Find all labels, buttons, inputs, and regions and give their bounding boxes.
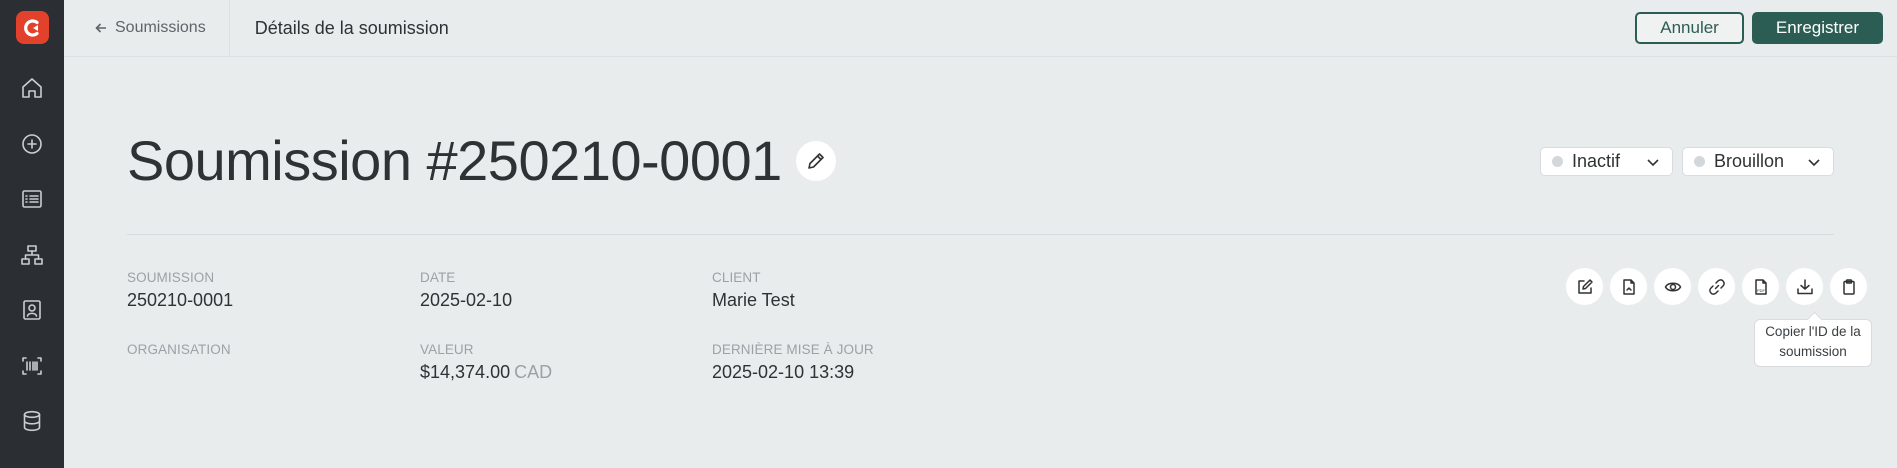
preview-button[interactable]	[1654, 268, 1691, 305]
main-content: Soumissions Détails de la soumission Ann…	[64, 0, 1897, 468]
field-value: 2025-02-10	[420, 290, 513, 310]
status-selects: Inactif Brouillon	[1540, 147, 1834, 176]
chevron-down-icon	[1808, 158, 1820, 166]
sidebar-item-barcode[interactable]	[10, 344, 54, 388]
contacts-icon	[23, 300, 41, 320]
field-label: VALEUR	[420, 342, 474, 357]
home-icon	[22, 78, 42, 98]
status-dot	[1552, 156, 1563, 167]
field-soumission: SOUMISSION 250210-0001	[127, 270, 233, 311]
document-button[interactable]	[1610, 268, 1647, 305]
field-value: Marie Test	[712, 290, 795, 310]
pdf-button[interactable]: PDF	[1742, 268, 1779, 305]
action-icons: PDF	[1566, 268, 1867, 305]
field-derniere-maj: DERNIÈRE MISE À JOUR 2025-02-10 13:39	[712, 342, 874, 383]
field-label: SOUMISSION	[127, 270, 215, 285]
field-date: DATE 2025-02-10	[420, 270, 512, 311]
logo-icon	[24, 18, 39, 37]
field-label: ORGANISATION	[127, 342, 231, 357]
app: Soumissions Détails de la soumission Ann…	[0, 0, 1897, 468]
plus-circle-icon	[22, 133, 42, 154]
pdf-glyph: PDF	[1757, 288, 1766, 293]
page-header: Soumission #250210-0001	[127, 128, 836, 193]
sidebar-item-database[interactable]	[10, 399, 54, 443]
field-organisation: ORGANISATION	[127, 342, 231, 357]
pdf-icon: PDF	[1754, 278, 1767, 295]
sidebar-item-home[interactable]	[10, 66, 54, 110]
link-button[interactable]	[1698, 268, 1735, 305]
field-client: CLIENT Marie Test	[712, 270, 795, 311]
cancel-button[interactable]: Annuler	[1635, 12, 1744, 44]
database-icon	[23, 410, 41, 432]
sidebar-item-new[interactable]	[10, 122, 54, 166]
valeur-amount: $14,374.00	[420, 362, 511, 382]
save-button[interactable]: Enregistrer	[1751, 12, 1883, 44]
pencil-icon	[807, 152, 824, 169]
barcode-icon	[22, 356, 42, 375]
field-value: 250210-0001	[127, 290, 234, 310]
field-label: CLIENT	[712, 270, 761, 285]
copy-id-button[interactable]	[1830, 268, 1867, 305]
valeur-currency: CAD	[514, 362, 553, 382]
download-icon	[1796, 278, 1813, 294]
edit-button[interactable]	[1566, 268, 1603, 305]
page-title: Soumission #250210-0001	[127, 129, 782, 192]
draft-status-value: Brouillon	[1714, 151, 1785, 171]
edit-icon	[1577, 278, 1593, 294]
chevron-down-icon	[1647, 158, 1659, 166]
download-button[interactable]	[1786, 268, 1823, 305]
list-icon	[22, 190, 42, 208]
clipboard-icon	[1842, 278, 1855, 295]
topbar: Soumissions Détails de la soumission Ann…	[64, 0, 1897, 57]
link-icon	[1708, 278, 1725, 295]
arrow-left-icon	[95, 23, 106, 33]
sidebar-item-list[interactable]	[10, 177, 54, 221]
copy-id-tooltip: Copier l'ID de la soumission	[1754, 319, 1872, 367]
activity-status-select[interactable]: Inactif	[1540, 147, 1673, 176]
field-label: DERNIÈRE MISE À JOUR	[712, 342, 874, 357]
field-label: DATE	[420, 270, 456, 285]
field-value: $14,374.00 CAD	[420, 362, 552, 383]
edit-title-button[interactable]	[795, 140, 836, 181]
activity-status-value: Inactif	[1572, 151, 1621, 171]
status-dot	[1694, 156, 1705, 167]
sitemap-icon	[21, 244, 43, 265]
topbar-title: Détails de la soumission	[254, 17, 449, 38]
field-value: 2025-02-10 13:39	[712, 362, 855, 382]
back-link[interactable]: Soumissions	[64, 0, 230, 57]
draft-status-select[interactable]: Brouillon	[1682, 147, 1834, 176]
app-logo[interactable]	[15, 11, 49, 44]
eye-icon	[1664, 282, 1681, 291]
sidebar-item-structure[interactable]	[10, 233, 54, 277]
sidebar-item-contacts[interactable]	[10, 288, 54, 332]
file-icon	[1622, 278, 1635, 295]
field-valeur: VALEUR $14,374.00 CAD	[420, 342, 552, 383]
header-divider	[127, 234, 1834, 235]
topbar-actions: Annuler Enregistrer	[1635, 12, 1883, 44]
sidebar	[0, 0, 64, 468]
back-link-label: Soumissions	[115, 19, 206, 36]
